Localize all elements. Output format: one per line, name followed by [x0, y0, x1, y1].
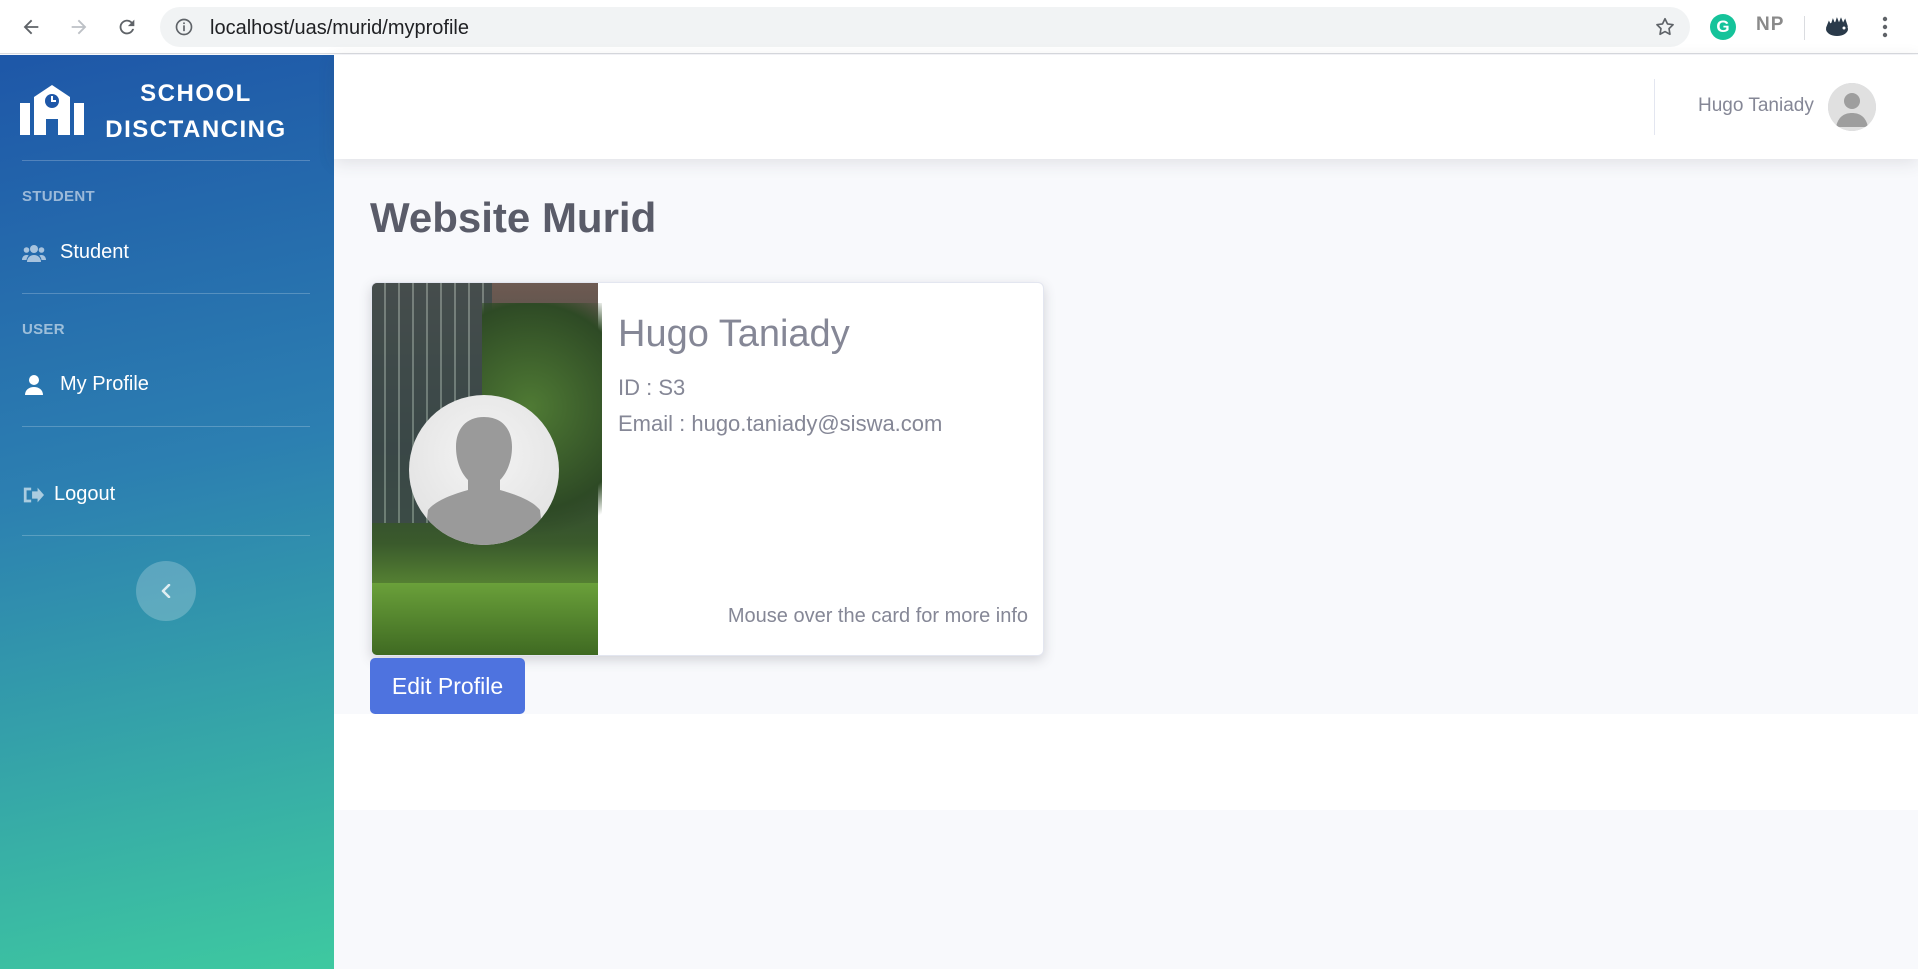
user-icon: [22, 374, 48, 396]
sidebar-item-label: Logout: [54, 483, 116, 505]
back-button[interactable]: [16, 12, 46, 42]
user-silhouette-icon: [424, 417, 544, 545]
sidebar-item-my-profile[interactable]: My Profile: [22, 373, 149, 396]
hedgehog-extension-icon[interactable]: [1824, 14, 1850, 40]
topbar-username[interactable]: Hugo Taniady: [1698, 95, 1814, 117]
topbar: Hugo Taniady: [334, 55, 1918, 159]
arrow-right-icon: [71, 19, 87, 35]
sidebar-heading-user: USER: [22, 321, 65, 338]
profile-card-photo: [372, 283, 602, 655]
sidebar-item-student[interactable]: Student: [22, 241, 129, 264]
reload-button[interactable]: [112, 12, 142, 42]
grass-backdrop: [372, 583, 598, 655]
card-hint-text: Mouse over the card for more info: [727, 605, 1028, 627]
edit-profile-button[interactable]: Edit Profile: [370, 658, 525, 714]
profile-avatar: [409, 395, 559, 545]
toolbar-divider: [1804, 16, 1805, 40]
arrow-left-icon: [23, 19, 39, 35]
browser-menu-button[interactable]: [1872, 14, 1898, 40]
profile-email: Email : hugo.taniady@siswa.com: [618, 411, 943, 436]
profile-card[interactable]: Hugo Taniady ID : S3 Email : hugo.taniad…: [371, 282, 1044, 656]
kebab-menu-icon: [1882, 16, 1888, 38]
profile-card-body: Hugo Taniady ID : S3 Email : hugo.taniad…: [618, 283, 1028, 655]
topbar-divider: [1654, 79, 1655, 135]
chevron-left-icon: [161, 584, 171, 598]
brand-line-1: SCHOOL: [140, 80, 252, 107]
grammarly-extension-icon[interactable]: G: [1710, 14, 1736, 40]
profile-name: Hugo Taniady: [618, 313, 850, 355]
sidebar-item-label: My Profile: [60, 373, 149, 395]
sidebar-item-logout[interactable]: Logout: [22, 483, 115, 506]
user-avatar-icon: [1828, 83, 1876, 131]
address-bar[interactable]: localhost/uas/murid/myprofile: [160, 7, 1690, 47]
sidebar-divider: [22, 293, 310, 294]
brand-line-2: DISCTANCING: [105, 116, 287, 143]
info-icon[interactable]: [174, 17, 194, 37]
sidebar: SCHOOL DISCTANCING STUDENT Student USER …: [0, 55, 334, 969]
browser-toolbar: localhost/uas/murid/myprofile G NP: [0, 0, 1918, 54]
brand-name: SCHOOL DISCTANCING: [98, 76, 294, 148]
sign-out-icon: [22, 484, 44, 506]
url-text[interactable]: localhost/uas/murid/myprofile: [210, 17, 469, 40]
sidebar-heading-student: STUDENT: [22, 188, 95, 205]
sidebar-brand[interactable]: SCHOOL DISCTANCING: [0, 73, 334, 155]
sidebar-toggle-button[interactable]: [136, 561, 196, 621]
profile-id: ID : S3: [618, 375, 686, 400]
sidebar-divider: [22, 426, 310, 427]
sidebar-item-label: Student: [60, 241, 129, 263]
forward-button[interactable]: [64, 12, 94, 42]
users-icon: [22, 242, 48, 264]
footer-area: [334, 714, 1918, 810]
np-extension-icon[interactable]: NP: [1756, 14, 1783, 40]
page-title: Website Murid: [370, 194, 657, 241]
sidebar-divider: [22, 160, 310, 161]
reload-icon: [119, 19, 135, 35]
school-icon: [20, 85, 84, 135]
avatar[interactable]: [1828, 83, 1876, 131]
bookmark-star-icon[interactable]: [1654, 16, 1676, 38]
sidebar-divider: [22, 535, 310, 536]
